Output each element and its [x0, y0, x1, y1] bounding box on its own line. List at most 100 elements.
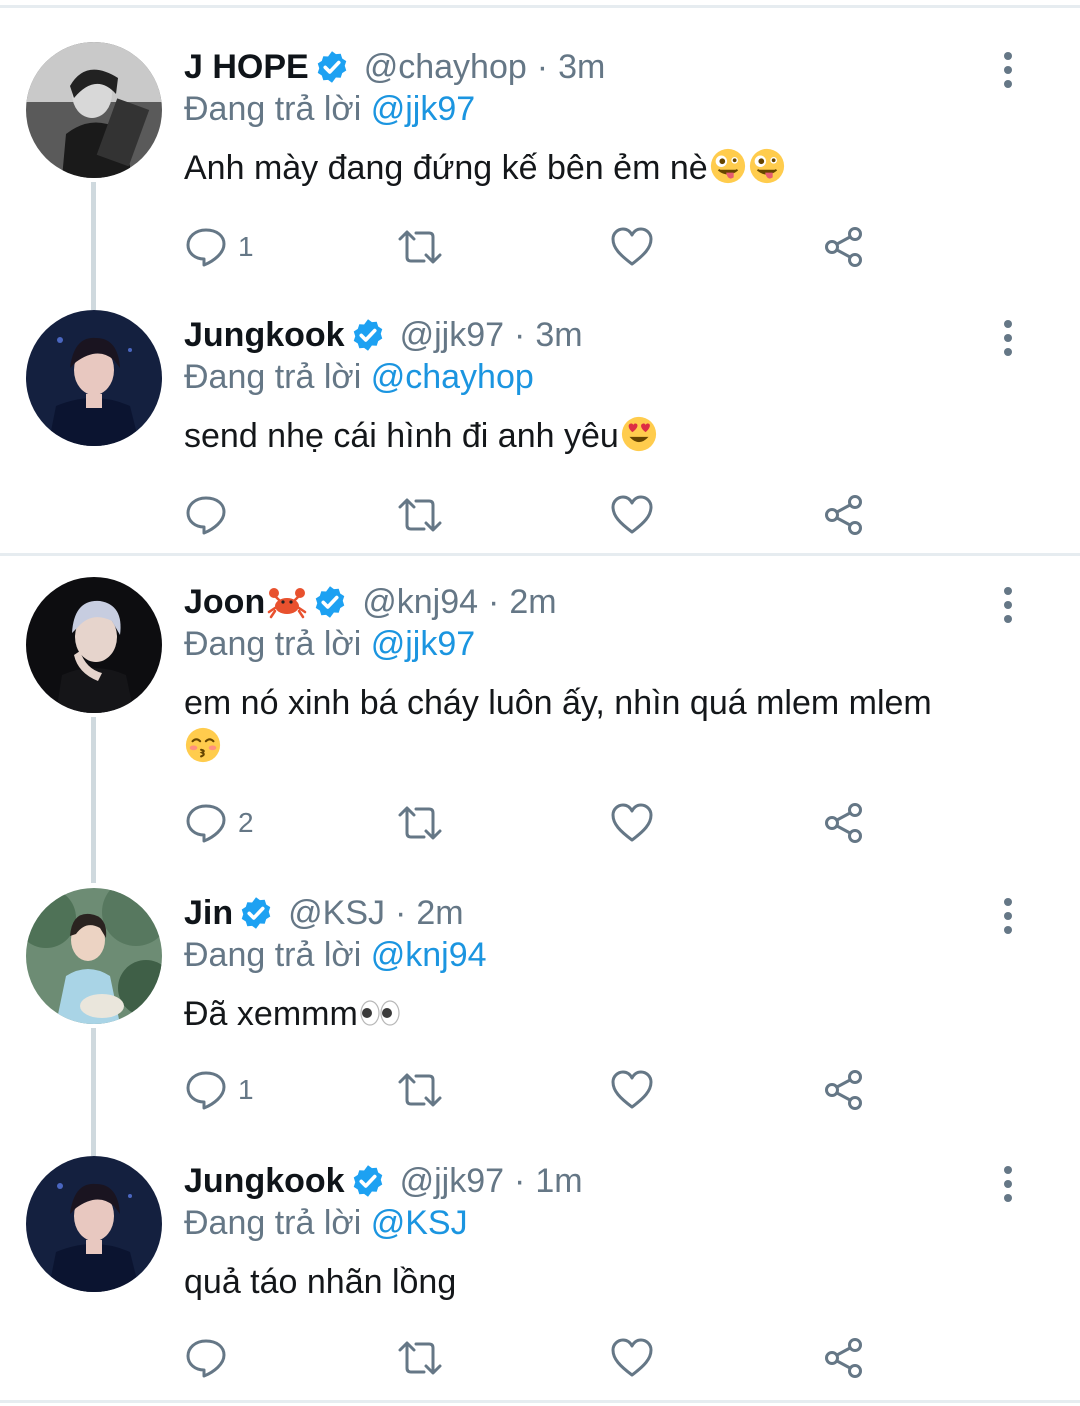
timestamp[interactable]: 2m [509, 583, 556, 622]
thread-separator [0, 553, 1080, 556]
like-button[interactable] [610, 1065, 654, 1115]
heart-eyes-face-emoji [621, 416, 656, 452]
retweet-icon [398, 806, 442, 840]
kissing-face-closed-eyes-emoji [185, 727, 221, 763]
thread-line [91, 717, 96, 883]
tweet-text-content: em nó xinh bá cháy luôn ấy, nhìn quá mle… [184, 684, 932, 722]
top-separator [0, 5, 1080, 8]
thread-line [91, 1028, 96, 1156]
more-options-icon[interactable] [996, 1164, 1020, 1204]
handle[interactable]: @chayhop [364, 48, 527, 87]
reply-prefix: Đang trả lời [184, 625, 362, 663]
retweet-button[interactable] [396, 1333, 444, 1383]
replying-to: Đang trả lời @KSJ [184, 1204, 468, 1243]
retweet-button[interactable] [396, 798, 444, 848]
like-button[interactable] [610, 490, 654, 540]
avatar-jungkook[interactable] [26, 1156, 162, 1292]
bottom-separator [0, 1400, 1080, 1403]
avatar-jungkook[interactable] [26, 310, 162, 446]
share-button[interactable] [822, 222, 866, 272]
avatar-jin[interactable] [26, 888, 162, 1024]
reply-count: 1 [238, 231, 254, 262]
retweet-icon [398, 1341, 442, 1375]
share-button[interactable] [822, 1333, 866, 1383]
dot-separator: · [514, 315, 526, 354]
retweet-icon [398, 1073, 442, 1107]
share-icon [825, 1338, 862, 1378]
share-icon [825, 495, 862, 535]
reply-mention[interactable]: @knj94 [371, 936, 487, 974]
dot-separator: · [488, 582, 500, 621]
crab-emoji [267, 588, 307, 619]
more-options-icon[interactable] [996, 50, 1020, 90]
verified-badge-icon [353, 1165, 382, 1197]
reply-button[interactable] [184, 1333, 238, 1383]
tweet-actions [184, 490, 884, 540]
reply-mention[interactable]: @jjk97 [371, 625, 475, 663]
more-options-icon[interactable] [996, 585, 1020, 625]
timestamp[interactable]: 1m [535, 1162, 582, 1201]
display-name[interactable]: Joon [184, 583, 265, 622]
reply-count: 2 [238, 807, 254, 838]
like-icon [611, 803, 653, 842]
display-name[interactable]: Jungkook [184, 1162, 345, 1201]
reply-button[interactable] [184, 490, 238, 540]
timestamp[interactable]: 3m [558, 48, 605, 87]
reply-count: 1 [238, 1074, 254, 1105]
share-icon [825, 227, 862, 267]
like-icon [611, 227, 653, 266]
reply-icon [186, 1339, 226, 1378]
share-button[interactable] [822, 1065, 866, 1115]
share-button[interactable] [822, 490, 866, 540]
replying-to: Đang trả lời @jjk97 [184, 625, 475, 664]
handle[interactable]: @KSJ [288, 894, 385, 933]
display-name[interactable]: Jungkook [184, 316, 345, 355]
tweet-header: Jungkook @jjk97 · 3m [184, 312, 583, 358]
tweet-text: quả táo nhãn lồng [184, 1260, 1024, 1304]
thread-line [91, 182, 96, 310]
timestamp[interactable]: 2m [416, 894, 463, 933]
display-name[interactable]: J HOPE [184, 48, 309, 87]
reply-mention[interactable]: @jjk97 [371, 90, 475, 128]
verified-badge-icon [353, 319, 382, 351]
retweet-button[interactable] [396, 490, 444, 540]
dot-separator: · [514, 1161, 526, 1200]
handle[interactable]: @knj94 [362, 583, 478, 622]
dot-separator: · [536, 47, 549, 86]
tweet-actions [184, 1333, 884, 1383]
more-options-icon[interactable] [996, 896, 1020, 936]
tweet-text-content: Anh mày đang đứng kế bên ẻm nè [184, 149, 708, 187]
share-button[interactable] [822, 798, 866, 848]
timestamp[interactable]: 3m [535, 316, 582, 355]
display-name[interactable]: Jin [184, 894, 233, 933]
reply-prefix: Đang trả lời [184, 936, 362, 974]
avatar-jhope[interactable] [26, 42, 162, 178]
reply-mention[interactable]: @chayhop [371, 358, 534, 396]
eyes-emoji [360, 1000, 400, 1026]
share-icon [825, 1070, 862, 1110]
retweet-button[interactable] [396, 1065, 444, 1115]
like-button[interactable] [610, 798, 654, 848]
like-icon [611, 1338, 653, 1377]
retweet-icon [398, 230, 442, 264]
reply-prefix: Đang trả lời [184, 90, 362, 128]
like-icon [611, 495, 653, 534]
reply-mention[interactable]: @KSJ [371, 1204, 468, 1242]
tweet-text-content: send nhẹ cái hình đi anh yêu [184, 417, 619, 455]
more-options-icon[interactable] [996, 318, 1020, 358]
like-button[interactable] [610, 222, 654, 272]
tweet-text-content: Đã xemmm [184, 995, 358, 1033]
tweet-text: Anh mày đang đứng kế bên ẻm nè [184, 146, 1024, 190]
verified-badge-icon [317, 51, 346, 83]
tweet-header: Jin @KSJ · 2m [184, 890, 464, 936]
avatar-joon[interactable] [26, 577, 162, 713]
reply-button[interactable]: 1 [184, 1065, 254, 1115]
retweet-button[interactable] [396, 222, 444, 272]
handle[interactable]: @jjk97 [400, 316, 504, 355]
tweet-actions: 2 [184, 798, 884, 848]
replying-to: Đang trả lời @jjk97 [184, 90, 475, 129]
reply-button[interactable]: 2 [184, 798, 254, 848]
like-button[interactable] [610, 1333, 654, 1383]
reply-button[interactable]: 1 [184, 222, 254, 272]
handle[interactable]: @jjk97 [400, 1162, 504, 1201]
